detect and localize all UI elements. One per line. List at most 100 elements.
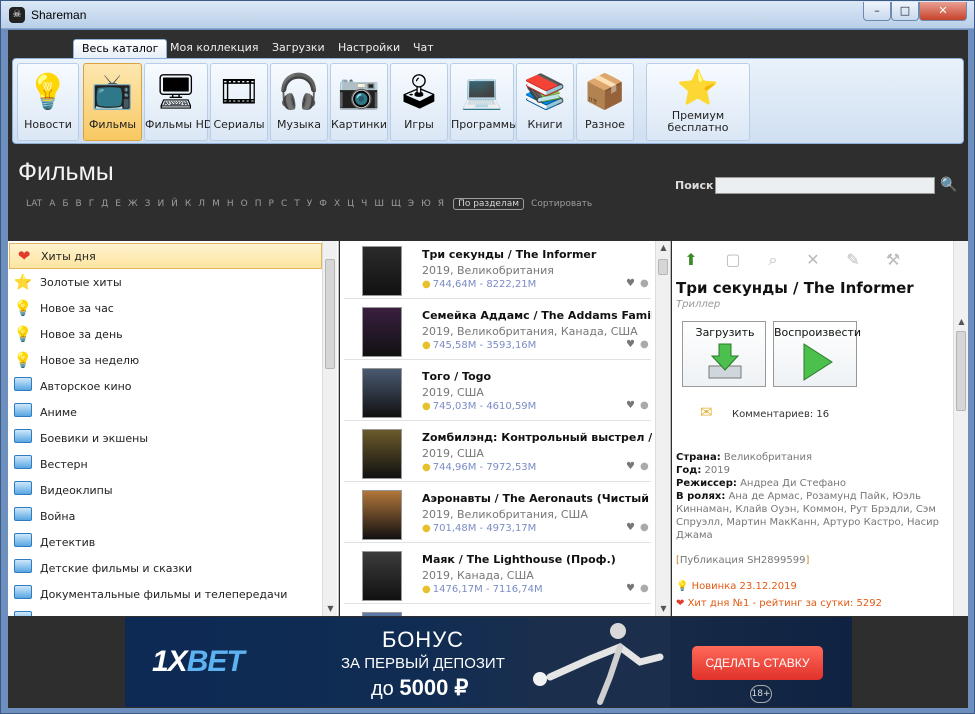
letter-filter[interactable]: А: [49, 199, 55, 209]
tools-icon[interactable]: ⚒: [882, 249, 904, 271]
letter-filter[interactable]: Е: [115, 199, 121, 209]
letter-filter[interactable]: Л: [198, 199, 205, 209]
movie-list-item[interactable]: Того / Togo 2019, США ● 745,03M - 4610,59M ♥…: [344, 364, 651, 421]
premium-button[interactable]: ⭐ Премиум бесплатно: [646, 63, 750, 141]
tab-catalog[interactable]: Весь каталог: [73, 39, 168, 58]
category-list-item[interactable]: 💡 Новое за день: [9, 321, 322, 347]
download-button[interactable]: Загрузить: [682, 321, 766, 387]
letter-filter[interactable]: LAT: [26, 199, 42, 209]
movie-list-scrollbar[interactable]: ▲ ▼: [655, 241, 670, 616]
heart-icon[interactable]: ♥: [626, 339, 635, 350]
category-films-hd[interactable]: 🖥 Фильмы HD: [144, 63, 212, 141]
tab-chat[interactable]: Чат: [405, 39, 442, 58]
letter-filter[interactable]: Ж: [128, 199, 138, 209]
letter-filter[interactable]: Ц: [347, 199, 354, 209]
scroll-up-arrow[interactable]: ▲: [954, 315, 968, 329]
letter-filter[interactable]: С: [281, 199, 287, 209]
ad-banner[interactable]: 1XBET БОНУС ЗА ПЕРВЫЙ ДЕПОЗИТ до 5000 ₽ …: [125, 617, 852, 707]
comments-count[interactable]: Комментариев: 16: [732, 409, 829, 420]
category-list-item[interactable]: Боевики и экшены: [9, 425, 322, 451]
lightbulb-icon[interactable]: ●: [640, 400, 649, 411]
category-games[interactable]: 🕹 Игры: [390, 63, 448, 141]
movie-list-item[interactable]: Маяк / The Lighthouse (Проф.) 2019, Канад…: [344, 547, 651, 604]
search-page-icon[interactable]: ⌕: [762, 249, 784, 271]
category-pictures[interactable]: 📷 Картинки: [330, 63, 388, 141]
heart-icon[interactable]: ♥: [626, 522, 635, 533]
heart-icon[interactable]: ♥: [626, 583, 635, 594]
tab-downloads[interactable]: Загрузки: [264, 39, 333, 58]
category-list-item[interactable]: ⭐ Золотые хиты: [9, 269, 322, 295]
publication-link[interactable]: [Публикация SH2899599]: [676, 555, 809, 566]
lightbulb-icon[interactable]: ●: [640, 339, 649, 350]
search-input[interactable]: [715, 177, 935, 194]
scrollbar-thumb[interactable]: [956, 331, 966, 411]
letter-filter[interactable]: Д: [101, 199, 108, 209]
category-misc[interactable]: 📦 Разное: [576, 63, 634, 141]
up-arrow-icon[interactable]: ⬆: [680, 249, 702, 271]
letter-filter[interactable]: Р: [269, 199, 274, 209]
detail-scrollbar[interactable]: ▲: [953, 241, 968, 616]
category-list-item[interactable]: Видеоклипы: [9, 477, 322, 503]
scrollbar-thumb[interactable]: [658, 259, 668, 275]
category-list-item[interactable]: ❤ Хиты дня: [9, 243, 322, 269]
movie-list-item[interactable]: Три секунды / The Informer 2019, Великобр…: [344, 242, 651, 299]
letter-filter[interactable]: О: [241, 199, 248, 209]
delete-icon[interactable]: ✕: [802, 249, 824, 271]
letter-filter[interactable]: Ч: [361, 199, 367, 209]
letter-filter[interactable]: Г: [89, 199, 95, 209]
category-books[interactable]: 📚 Книги: [516, 63, 574, 141]
letter-filter[interactable]: Б: [62, 199, 68, 209]
letter-filter[interactable]: Ф: [319, 199, 327, 209]
maximize-button[interactable]: □: [891, 2, 919, 21]
movie-list-item[interactable]: Семейка Аддамс / The Addams Family (2019…: [344, 303, 652, 360]
category-list-item[interactable]: 💡 Новое за час: [9, 295, 322, 321]
category-series[interactable]: 🎞 Сериалы: [210, 63, 268, 141]
category-news[interactable]: 💡 Новости: [17, 63, 79, 141]
scrollbar-thumb[interactable]: [325, 259, 335, 369]
play-button[interactable]: Воспроизвести: [773, 321, 861, 387]
category-list-item[interactable]: Аниме: [9, 399, 322, 425]
letter-filter[interactable]: Ю: [421, 199, 431, 209]
letter-filter[interactable]: У: [307, 199, 312, 209]
category-list-item[interactable]: 💡 Новое за неделю: [9, 347, 322, 373]
category-list-item[interactable]: Вестерн: [9, 451, 322, 477]
tab-my-collection[interactable]: Моя коллекция: [162, 39, 266, 58]
movie-list-item[interactable]: Аэронавты / The Aeronauts (Чистый зв 2019…: [344, 486, 652, 543]
category-list-item[interactable]: Детектив: [9, 529, 322, 555]
lightbulb-icon[interactable]: ●: [640, 278, 649, 289]
heart-icon[interactable]: ♥: [626, 400, 635, 411]
letter-filter[interactable]: З: [145, 199, 151, 209]
sort-button[interactable]: Сортировать: [531, 199, 592, 209]
category-list-item[interactable]: Война: [9, 503, 322, 529]
letter-filter[interactable]: Т: [294, 199, 300, 209]
movie-list-item[interactable]: Zомбилэнд: Контрольный выстрел / Zo 2019,…: [344, 425, 652, 482]
lightbulb-icon[interactable]: ●: [640, 461, 649, 472]
category-list-scrollbar[interactable]: ▼: [322, 241, 337, 616]
letter-filter[interactable]: И: [157, 199, 164, 209]
letter-filter[interactable]: В: [76, 199, 82, 209]
category-list-item[interactable]: Детские фильмы и сказки: [9, 555, 322, 581]
place-bet-button[interactable]: СДЕЛАТЬ СТАВКУ: [692, 646, 823, 680]
heart-icon[interactable]: ♥: [626, 461, 635, 472]
copy-icon[interactable]: ▢: [722, 249, 744, 271]
letter-filter[interactable]: К: [185, 199, 191, 209]
letter-filter[interactable]: Щ: [391, 199, 401, 209]
category-programs[interactable]: 💻 Программы: [450, 63, 518, 141]
lightbulb-icon[interactable]: ●: [640, 583, 649, 594]
letter-filter[interactable]: Й: [171, 199, 178, 209]
scroll-down-arrow[interactable]: ▼: [323, 602, 338, 616]
tab-settings[interactable]: Настройки: [330, 39, 408, 58]
by-sections-toggle[interactable]: По разделам: [453, 198, 525, 210]
category-list-item[interactable]: Авторское кино: [9, 373, 322, 399]
scroll-up-arrow[interactable]: ▲: [656, 241, 670, 255]
comment-icon[interactable]: ✉: [700, 403, 713, 421]
scroll-down-arrow[interactable]: ▼: [656, 602, 670, 616]
category-music[interactable]: 🎧 Музыка: [270, 63, 328, 141]
category-list-item[interactable]: Документальные фильмы и телепередачи: [9, 581, 322, 607]
movie-list-item[interactable]: [344, 608, 651, 616]
title-bar[interactable]: ☠ Shareman – □ ✕: [1, 1, 974, 29]
letter-filter[interactable]: П: [255, 199, 262, 209]
letter-filter[interactable]: Н: [227, 199, 234, 209]
category-films[interactable]: 📺 Фильмы: [83, 63, 142, 141]
heart-icon[interactable]: ♥: [626, 278, 635, 289]
